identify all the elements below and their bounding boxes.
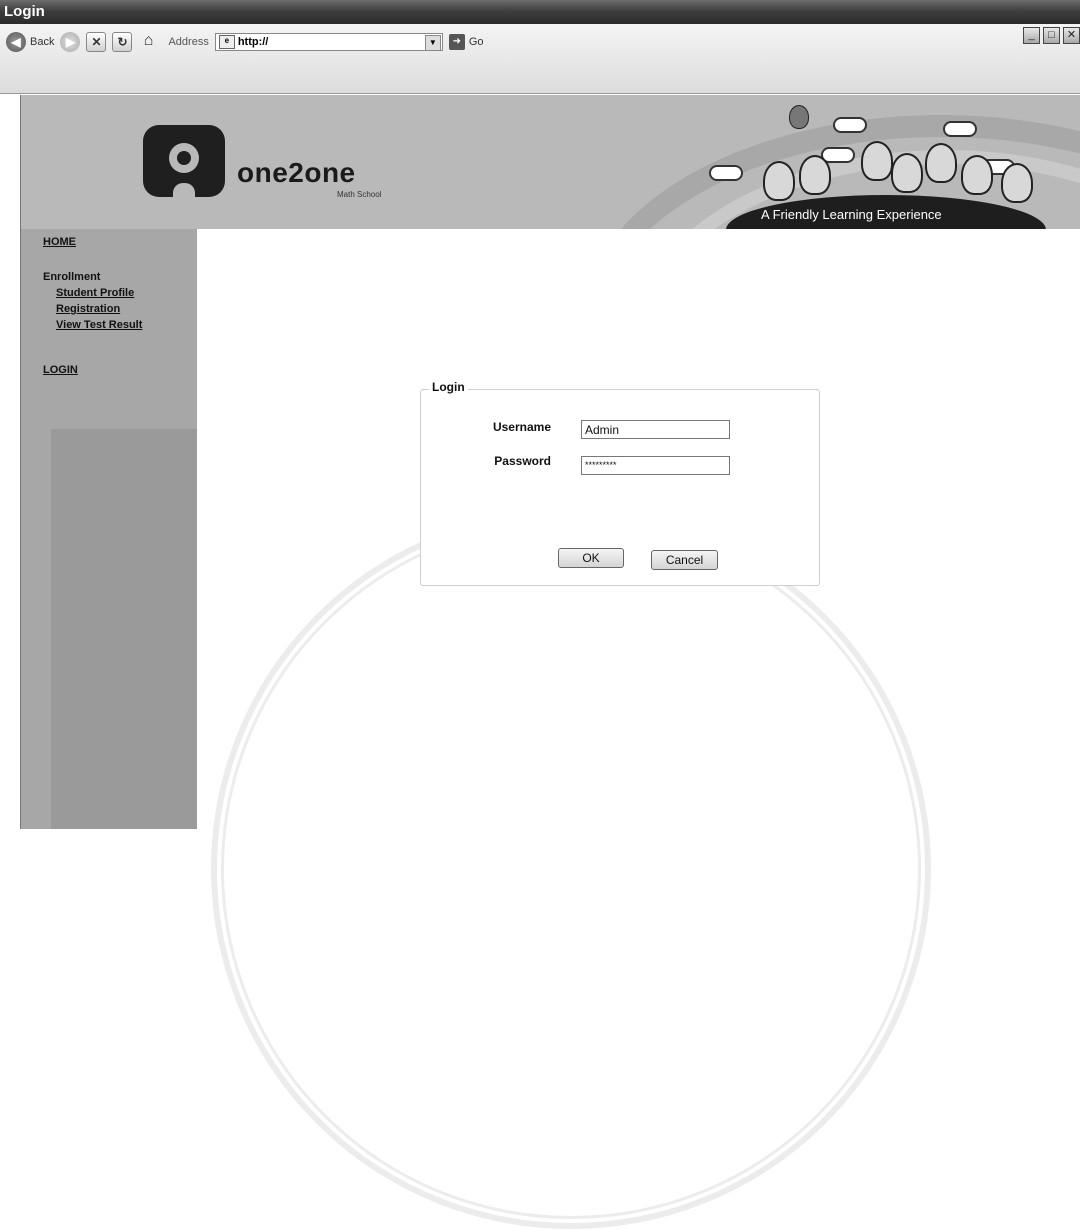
cloud-icon	[943, 121, 977, 137]
close-icon[interactable]: ✕	[1063, 27, 1080, 44]
cancel-button[interactable]: Cancel	[651, 550, 718, 570]
logo-icon	[143, 125, 225, 197]
back-label: Back	[30, 36, 55, 48]
home-icon[interactable]: ⌂	[138, 32, 158, 52]
refresh-icon[interactable]: ↻	[112, 32, 133, 52]
header-banner: one2one Math School A Friendly Learning …	[21, 95, 1080, 229]
browser-toolbar: _ □ ✕ ◀ Back ▶ ✕ ↻ ⌂ Address e http:// ▼…	[0, 24, 1080, 94]
address-value: http://	[237, 36, 269, 48]
login-form: Login Username Password ********* OK Can…	[420, 380, 820, 586]
address-field[interactable]: e http:// ▼	[214, 33, 443, 51]
cloud-icon	[833, 117, 867, 133]
sidebar-item-login[interactable]: LOGIN	[43, 364, 78, 376]
forward-arrow-icon[interactable]: ▶	[60, 32, 81, 52]
sidebar-item-registration[interactable]: Registration	[56, 303, 120, 315]
balloon-icon	[789, 105, 809, 129]
tagline: A Friendly Learning Experience	[761, 207, 942, 222]
address-label: Address	[168, 36, 209, 48]
maximize-icon[interactable]: □	[1043, 27, 1060, 44]
username-input[interactable]	[581, 420, 730, 439]
password-label: Password	[494, 454, 551, 468]
web-page: one2one Math School A Friendly Learning …	[20, 95, 1080, 1229]
back-arrow-icon: ◀	[6, 32, 26, 52]
window-titlebar: Login	[0, 0, 1080, 24]
window-controls: _ □ ✕	[1023, 27, 1080, 44]
username-label: Username	[492, 420, 551, 434]
main-content: Login Username Password ********* OK Can…	[197, 229, 1080, 1229]
tree-icon	[961, 155, 993, 195]
sidebar-panel	[51, 429, 197, 829]
page-icon: e	[218, 35, 235, 49]
chevron-down-icon[interactable]: ▼	[424, 35, 441, 51]
tree-icon	[763, 161, 795, 201]
login-form-legend: Login	[429, 380, 468, 394]
sidebar-item-home[interactable]: HOME	[43, 236, 76, 248]
password-input[interactable]: *********	[581, 456, 730, 475]
sidebar-item-view-test-result[interactable]: View Test Result	[56, 319, 142, 331]
tree-icon	[925, 143, 957, 183]
back-button[interactable]: ◀ Back	[6, 32, 54, 52]
tree-icon	[799, 155, 831, 195]
tree-icon	[1001, 163, 1033, 203]
tree-icon	[891, 153, 923, 193]
go-arrow-icon: ➜	[448, 34, 465, 50]
brand-name: one2one	[237, 157, 356, 188]
window-title: Login	[4, 3, 45, 20]
watermark-seal-ring	[221, 519, 921, 1219]
stop-icon[interactable]: ✕	[86, 32, 107, 52]
sidebar-heading-enrollment: Enrollment	[43, 271, 101, 283]
sidebar: HOME Enrollment Student Profile Registra…	[21, 229, 197, 829]
tree-icon	[861, 141, 893, 181]
go-label: Go	[468, 36, 484, 48]
ok-button[interactable]: OK	[558, 548, 624, 568]
sidebar-item-student-profile[interactable]: Student Profile	[56, 287, 134, 299]
brand-subtitle: Math School	[337, 190, 382, 199]
minimize-icon[interactable]: _	[1023, 27, 1040, 44]
nav-row: ◀ Back ▶ ✕ ↻ ⌂ Address e http:// ▼ ➜ Go	[6, 28, 484, 56]
go-button[interactable]: ➜ Go	[448, 34, 484, 50]
cloud-icon	[709, 165, 743, 181]
